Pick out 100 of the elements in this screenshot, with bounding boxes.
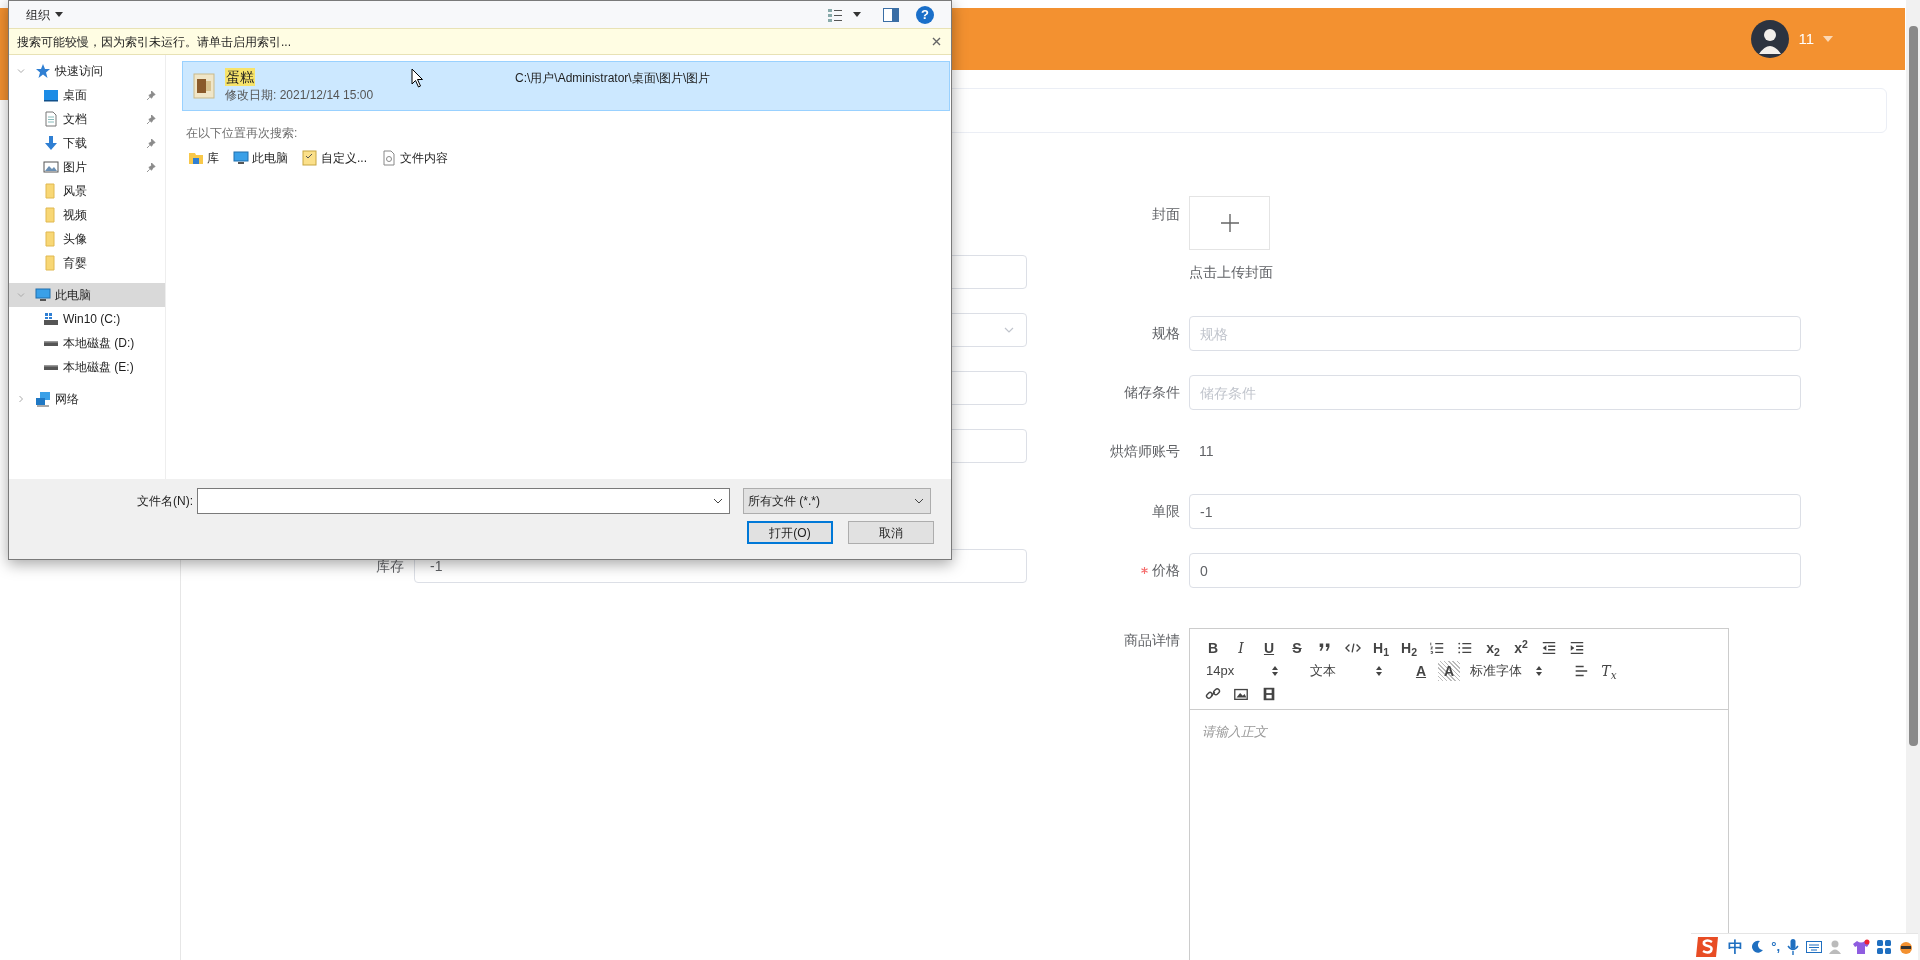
moon-icon[interactable] xyxy=(1750,940,1765,954)
nav-item[interactable]: 育婴 xyxy=(9,251,165,275)
text-input[interactable]: 规格 xyxy=(1189,316,1801,351)
text-input[interactable]: 储存条件 xyxy=(1189,375,1801,410)
keyboard-icon[interactable] xyxy=(1806,941,1822,953)
toolbar-button[interactable]: I xyxy=(1230,638,1252,658)
toolbar-button[interactable]: S xyxy=(1286,638,1308,658)
toolbar-button[interactable]: T$_{x}$ xyxy=(1598,661,1620,681)
toolbar-button[interactable]: H$_{2}$ xyxy=(1398,638,1420,658)
download-arrow-icon xyxy=(43,135,59,151)
nav-item[interactable]: 网络 xyxy=(9,387,165,411)
drive-icon xyxy=(43,311,59,327)
view-list-icon[interactable] xyxy=(827,6,843,23)
nav-item[interactable]: 视频 xyxy=(9,203,165,227)
field-label: 文件名(N): xyxy=(136,493,194,510)
search-location-link[interactable]: 自定义... xyxy=(302,149,367,167)
shirt-icon[interactable] xyxy=(1852,939,1870,955)
toolbar-button[interactable]: H$_{1}$ xyxy=(1370,638,1392,658)
sort-arrows-icon xyxy=(1536,666,1542,676)
outdent-icon[interactable] xyxy=(1541,640,1557,656)
field-label: 单限 xyxy=(1152,502,1180,521)
pictures-icon xyxy=(43,159,59,175)
library-icon xyxy=(188,150,204,166)
search-location-link[interactable]: 此电脑 xyxy=(233,149,288,167)
nav-item[interactable]: Win10 (C:) xyxy=(9,307,165,331)
upload-hint: 点击上传封面 xyxy=(1189,263,1273,282)
link-icon[interactable] xyxy=(1205,686,1221,702)
align-left-icon[interactable] xyxy=(1573,663,1589,679)
file-name-combo[interactable] xyxy=(197,488,730,514)
caret-down-icon[interactable] xyxy=(853,12,861,17)
input-mode-toggle[interactable]: 中 xyxy=(1728,935,1744,959)
scrollbar[interactable] xyxy=(1906,0,1920,960)
dropdown-picker[interactable]: 14px xyxy=(1202,661,1300,681)
dialog-button[interactable]: 取消 xyxy=(848,521,934,544)
search-result-item[interactable]: 蛋糕 修改日期: 2021/12/14 15:00 C:\用户\Administrator\桌面\图片\图片 xyxy=(182,61,950,111)
indent-icon[interactable] xyxy=(1569,640,1585,656)
help-button[interactable]: ? xyxy=(916,5,934,24)
desktop-icon xyxy=(43,87,59,103)
chevron-right-icon xyxy=(17,395,25,403)
document-icon xyxy=(43,111,59,127)
file-date: 修改日期: 2021/12/14 15:00 xyxy=(225,87,375,104)
code-icon[interactable] xyxy=(1345,640,1361,656)
toolbar-button[interactable]: x$^{2}$ xyxy=(1510,638,1532,658)
field-value: 11 xyxy=(1198,442,1214,461)
avatar[interactable] xyxy=(1751,20,1790,58)
sort-arrows-icon xyxy=(1376,666,1382,676)
text-input[interactable]: 0 xyxy=(1189,553,1801,588)
drive-icon xyxy=(43,339,59,347)
editor-placeholder: 请输入正文 xyxy=(1202,724,1267,739)
drive-icon xyxy=(43,363,59,371)
field-label: 烘焙师账号 xyxy=(1110,442,1180,461)
nav-item[interactable]: 风景 xyxy=(9,179,165,203)
preview-pane-icon[interactable] xyxy=(883,7,899,22)
toolbar-button[interactable]: U xyxy=(1258,638,1280,658)
nav-item[interactable]: 下载 xyxy=(9,131,165,155)
info-bar[interactable]: 搜索可能较慢，因为索引未运行。请单击启用索引... xyxy=(9,28,951,55)
microphone-icon[interactable] xyxy=(1787,939,1799,955)
chevron-down-icon xyxy=(17,67,25,75)
numbered-list-icon[interactable] xyxy=(1429,640,1445,656)
close-icon[interactable] xyxy=(932,37,941,46)
field-label: 库存 xyxy=(376,557,404,574)
document-search-icon xyxy=(381,150,397,166)
file-path: C:\用户\Administrator\桌面\图片\图片 xyxy=(515,70,711,87)
image-icon[interactable] xyxy=(1233,686,1249,702)
toolbar-button[interactable]: A xyxy=(1410,661,1432,681)
file-type-dropdown[interactable]: 所有文件 (*.*) xyxy=(743,488,931,514)
nav-item[interactable]: 头像 xyxy=(9,227,165,251)
network-icon xyxy=(35,391,51,407)
nav-item[interactable]: 本地磁盘 (E:) xyxy=(9,355,165,379)
toolbar-button[interactable]: A xyxy=(1438,661,1460,681)
nav-item[interactable]: 图片 xyxy=(9,155,165,179)
search-location-link[interactable]: 文件内容 xyxy=(381,149,448,167)
sort-arrows-icon xyxy=(1272,666,1278,676)
bullet-list-icon[interactable] xyxy=(1457,640,1473,656)
nav-item[interactable]: 本地磁盘 (D:) xyxy=(9,331,165,355)
field-label: 商品详情 xyxy=(1124,631,1180,650)
text-input[interactable]: -1 xyxy=(1189,494,1801,529)
computer-icon xyxy=(233,150,249,166)
info-bar-message: 搜索可能较慢，因为索引未运行。请单击启用索引... xyxy=(17,33,292,51)
organize-menu[interactable]: 组织 xyxy=(26,5,63,24)
apps-grid-icon[interactable] xyxy=(1877,940,1891,954)
punctuation-toggle[interactable]: °, xyxy=(1771,937,1780,957)
nav-item[interactable]: 文档 xyxy=(9,107,165,131)
dropdown-picker[interactable]: 标准字体 xyxy=(1466,661,1564,681)
plus-icon xyxy=(1219,213,1240,233)
field-label: 封面 xyxy=(1152,205,1180,224)
nav-item[interactable]: 快速访问 xyxy=(9,59,165,83)
nav-item[interactable]: 桌面 xyxy=(9,83,165,107)
toolbar-button[interactable]: B xyxy=(1202,638,1224,658)
dialog-button[interactable]: 打开(O) xyxy=(747,521,833,544)
toolbar-button[interactable]: x$_{2}$ xyxy=(1482,638,1504,658)
nav-item[interactable]: 此电脑 xyxy=(9,283,165,307)
search-location-link[interactable]: 库 xyxy=(188,149,219,167)
cursor-icon xyxy=(411,68,424,88)
field-label: 价格 xyxy=(1152,561,1180,580)
chevron-down-icon xyxy=(1004,327,1014,333)
custom-folder-icon xyxy=(302,150,318,166)
film-icon[interactable] xyxy=(1261,686,1277,702)
section-label: 在以下位置再次搜索: xyxy=(186,125,299,142)
dropdown-picker[interactable]: 文本 xyxy=(1306,661,1404,681)
